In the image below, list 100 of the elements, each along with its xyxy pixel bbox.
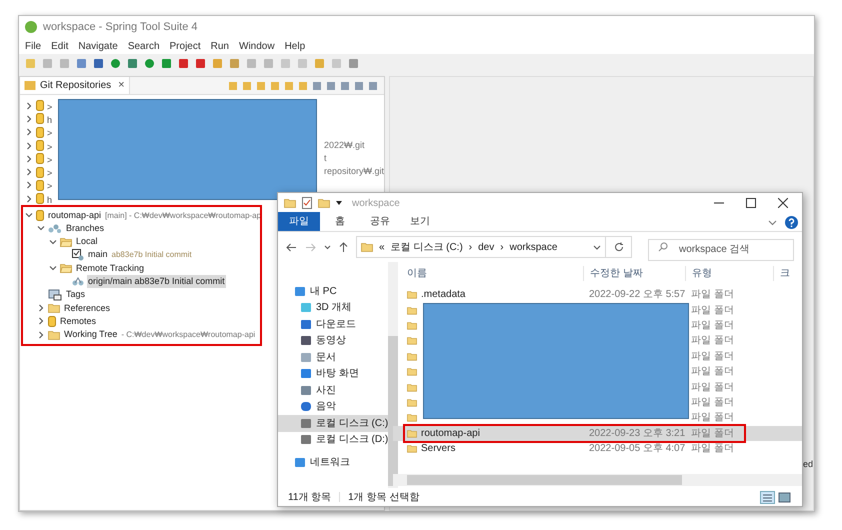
search-icon	[658, 242, 668, 252]
ribbon-tab[interactable]: 파일	[278, 212, 320, 231]
chevron-right-icon[interactable]	[37, 304, 45, 312]
tree-item-label[interactable]: Local	[75, 235, 99, 248]
file-row[interactable]: routomap-api 2022-09-23 오후 3:21 파일 폴더	[393, 426, 802, 441]
address-bar[interactable]: « 로컬 디스크 (C:) › dev › workspace	[356, 236, 606, 258]
thumbnail-view-icon[interactable]	[777, 490, 792, 504]
tree-item-label[interactable]: h	[47, 194, 52, 205]
tree-item-label[interactable]: h	[47, 114, 52, 125]
window-title: workspace - Spring Tool Suite 4	[43, 20, 198, 35]
file-date: 2022-09-23 오후 3:21	[588, 426, 685, 441]
scrollbar-thumb[interactable]	[407, 475, 682, 485]
search-field[interactable]: workspace 검색	[648, 238, 794, 260]
tree-item-detail: ab83e7b Initial commit	[112, 249, 192, 262]
ribbon-tab[interactable]: 공유	[360, 212, 400, 231]
column-header[interactable]: 수정한 날짜	[583, 266, 685, 280]
tree-item-detail: 2022₩.git	[324, 138, 365, 152]
menu-item[interactable]: Help	[284, 38, 306, 54]
address-segment[interactable]: «	[379, 240, 385, 254]
nav-item[interactable]: 다운로드	[278, 316, 388, 332]
menu-item[interactable]: Navigate	[78, 38, 118, 54]
menu-item[interactable]: Run	[210, 38, 229, 54]
tree-item-detail: t	[324, 152, 327, 166]
file-type: 파일 폴더	[690, 334, 734, 348]
nav-item[interactable]: 음악	[278, 398, 388, 415]
tree-item-label[interactable]: >	[47, 168, 52, 178]
nav-item[interactable]: 네트워크	[278, 454, 388, 470]
chevron-down-icon[interactable]	[49, 238, 57, 246]
nav-item[interactable]: 3D 개체	[278, 300, 388, 316]
view-tab[interactable]: Git Repositories ×	[20, 77, 130, 94]
checklist-icon[interactable]	[302, 197, 312, 209]
refresh-button[interactable]	[606, 236, 632, 258]
file-type: 파일 폴더	[690, 442, 734, 456]
address-segment[interactable]: ›	[468, 240, 472, 254]
tree-item-label[interactable]: Working Tree	[63, 328, 118, 342]
nav-item[interactable]: 문서	[278, 349, 388, 366]
open-folder-icon	[60, 263, 72, 274]
nav-item[interactable]: 로컬 디스크 (C:)	[278, 415, 388, 432]
chevron-down-icon[interactable]	[768, 220, 777, 226]
close-icon[interactable]: ×	[118, 77, 125, 94]
chevron-down-icon[interactable]	[25, 211, 33, 220]
status-text: 11개 항목	[288, 490, 332, 504]
nav-item[interactable]: 바탕 화면	[278, 366, 388, 382]
address-segment[interactable]: workspace	[510, 240, 558, 254]
file-type: 파일 폴더	[690, 350, 734, 364]
tree-item-label[interactable]: Remote Tracking	[75, 262, 146, 275]
back-arrow-icon[interactable]	[286, 242, 297, 252]
address-segment[interactable]: dev	[478, 240, 494, 254]
nav-item[interactable]: 사진	[278, 382, 388, 398]
file-type: 파일 폴더	[690, 380, 734, 395]
menu-item[interactable]: Edit	[51, 38, 68, 54]
file-type: 파일 폴더	[690, 411, 734, 426]
menu-item[interactable]: Project	[170, 38, 201, 54]
column-header[interactable]: 유형	[685, 266, 773, 280]
dropdown-caret-icon[interactable]	[336, 201, 342, 205]
menu-item[interactable]: File	[25, 38, 42, 54]
file-type: 파일 폴더	[690, 396, 734, 410]
branch-icon	[72, 276, 84, 286]
nav-item[interactable]: 로컬 디스크 (D:)	[278, 432, 388, 448]
chevron-down-icon[interactable]	[593, 244, 601, 250]
tree-item-label[interactable]: References	[63, 302, 112, 315]
address-segment[interactable]: ›	[500, 240, 504, 254]
tree-item-detail: repository₩.git	[324, 165, 384, 178]
tree-item-label[interactable]: >	[47, 181, 52, 192]
tree-item-label[interactable]: >	[47, 142, 52, 152]
up-arrow-icon[interactable]	[339, 242, 348, 252]
tree-item-label[interactable]: routomap-api	[47, 208, 102, 222]
tree-item-label[interactable]: >	[47, 102, 52, 112]
tree-item-label[interactable]: Tags	[65, 288, 86, 302]
tree-item-label: ed	[802, 459, 813, 469]
column-header[interactable]: 이름	[393, 266, 583, 280]
nav-item[interactable]: 내 PC	[278, 283, 388, 300]
details-view-icon[interactable]	[760, 490, 775, 504]
column-header[interactable]: 크	[773, 266, 790, 280]
menu-item[interactable]: Search	[128, 38, 160, 54]
scrollbar-thumb[interactable]	[388, 336, 398, 486]
help-icon[interactable]	[785, 216, 798, 229]
branch-icon	[48, 222, 62, 234]
file-name: Servers	[421, 442, 456, 456]
chevron-right-icon[interactable]	[37, 317, 45, 326]
tree-item-detail: - C:₩dev₩workspace₩routomap-api	[121, 329, 256, 342]
tree-item-label[interactable]: >	[47, 154, 52, 165]
chevron-down-icon[interactable]	[37, 224, 45, 232]
close-icon[interactable]	[778, 198, 788, 208]
status-text: 1개 항목 선택함	[348, 490, 420, 504]
tree-item-label[interactable]: origin/main ab83e7b Initial commit	[87, 275, 226, 288]
chevron-down-icon[interactable]	[324, 244, 331, 250]
tree-item-label[interactable]: >	[47, 128, 52, 138]
file-name: routomap-api	[421, 426, 480, 441]
nav-item[interactable]: 동영상	[278, 332, 388, 349]
chevron-right-icon[interactable]	[37, 330, 45, 339]
tree-item-label[interactable]: Remotes	[59, 314, 98, 328]
menu-item[interactable]: Window	[239, 38, 275, 54]
ribbon-tab[interactable]: 홈	[320, 212, 360, 231]
address-segment[interactable]: 로컬 디스크 (C:)	[390, 240, 463, 254]
tree-item-label[interactable]: main	[87, 248, 109, 262]
file-type: 파일 폴더	[690, 365, 734, 380]
chevron-down-icon[interactable]	[49, 264, 57, 272]
tree-item-label[interactable]: Branches	[65, 222, 106, 235]
ribbon-tab[interactable]: 보기	[400, 212, 440, 231]
